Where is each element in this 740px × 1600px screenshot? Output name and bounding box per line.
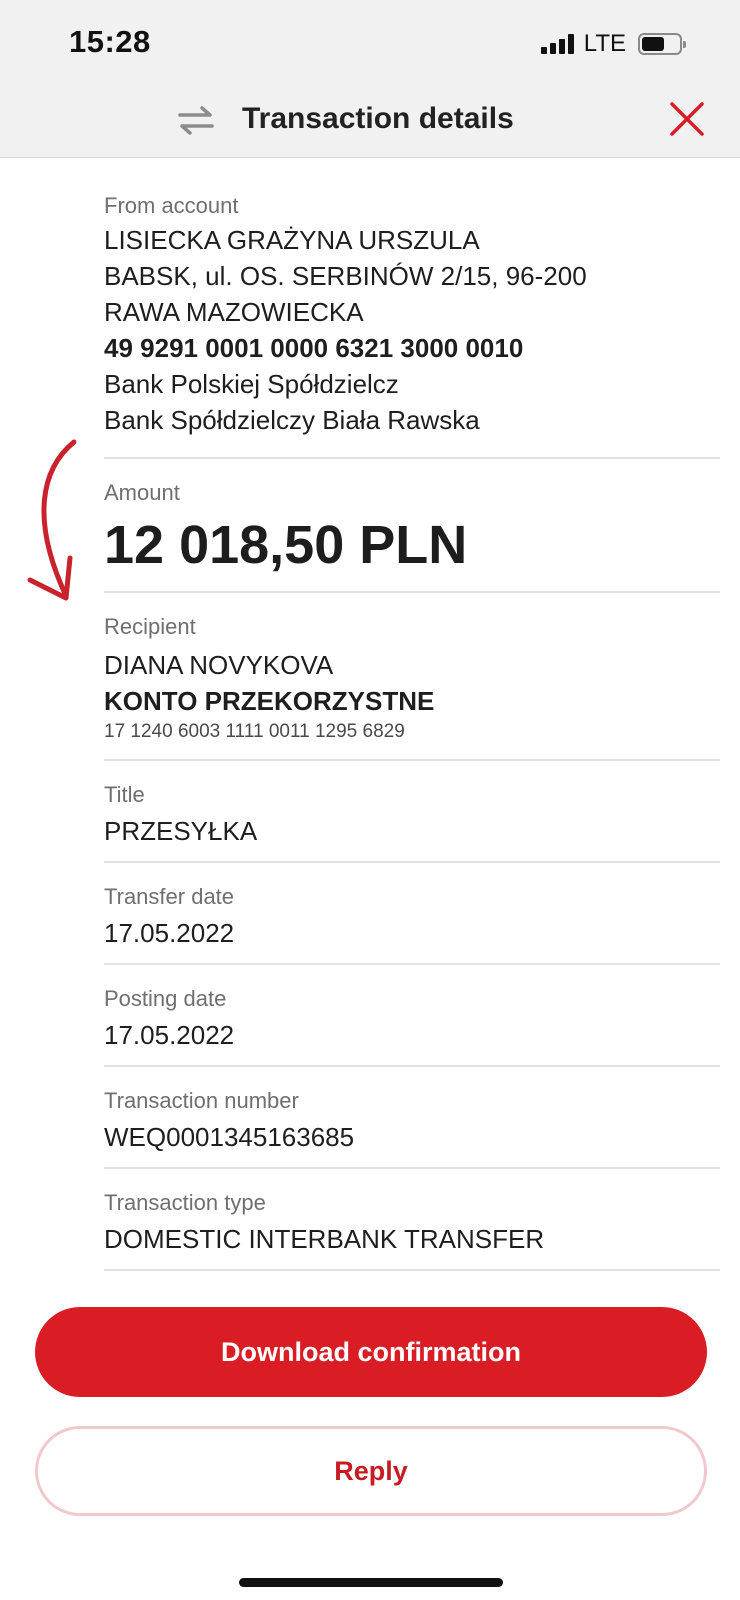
status-indicators: LTE	[540, 30, 686, 58]
recipient-section: Recipient DIANA NOVYKOVA KONTO PRZEKORZY…	[104, 593, 720, 761]
transaction-number-label: Transaction number	[104, 1088, 299, 1113]
sender-bank-line1: Bank Polskiej Spółdzielcz	[104, 369, 399, 399]
amount-section: Amount 12 018,50 PLN	[104, 459, 720, 593]
reply-button[interactable]: Reply	[35, 1426, 707, 1516]
recipient-name: DIANA NOVYKOVA	[104, 650, 334, 680]
signal-icon	[540, 34, 574, 54]
recipient-account-name: KONTO PRZEKORZYSTNE	[104, 686, 435, 716]
sender-bank-line2: Bank Spółdzielczy Biała Rawska	[104, 405, 480, 435]
home-indicator[interactable]	[239, 1578, 503, 1587]
transaction-details: From account LISIECKA GRAŻYNA URSZULA BA…	[104, 158, 720, 1271]
recipient-label: Recipient	[104, 614, 196, 639]
transaction-number-value: WEQ0001345163685	[104, 1122, 355, 1152]
transfer-date-section: Transfer date 17.05.2022	[104, 863, 720, 965]
battery-icon	[638, 33, 686, 55]
from-account-section: From account LISIECKA GRAŻYNA URSZULA BA…	[104, 158, 720, 459]
recipient-account-number: 17 1240 6003 1111 0011 1295 6829	[104, 721, 405, 742]
title-label: Title	[104, 782, 145, 807]
amount-label: Amount	[104, 480, 180, 505]
network-type: LTE	[583, 30, 626, 57]
sender-address-line1: BABSK, ul. OS. SERBINÓW 2/15, 96-200	[104, 261, 587, 291]
sender-address-line2: RAWA MAZOWIECKA	[104, 297, 364, 327]
amount-value: 12 018,50 PLN	[104, 515, 468, 575]
title-value: PRZESYŁKA	[104, 816, 258, 846]
posting-date-label: Posting date	[104, 986, 227, 1011]
red-arrow-annotation	[27, 439, 77, 601]
transfer-date-label: Transfer date	[104, 884, 235, 909]
swap-arrows-icon[interactable]	[176, 102, 216, 138]
transfer-date-value: 17.05.2022	[104, 918, 235, 948]
posting-date-value: 17.05.2022	[104, 1020, 235, 1050]
transaction-type-value: DOMESTIC INTERBANK TRANSFER	[104, 1224, 545, 1254]
title-section: Title PRZESYŁKA	[104, 761, 720, 863]
transaction-number-section: Transaction number WEQ0001345163685	[104, 1067, 720, 1169]
top-bar: 15:28 LTE Transaction details	[0, 0, 740, 158]
download-confirmation-button[interactable]: Download confirmation	[35, 1307, 707, 1397]
transaction-type-label: Transaction type	[104, 1190, 266, 1215]
status-time: 15:28	[69, 24, 151, 59]
posting-date-section: Posting date 17.05.2022	[104, 965, 720, 1067]
page-title: Transaction details	[242, 102, 514, 135]
close-icon[interactable]	[668, 100, 706, 138]
sender-name: LISIECKA GRAŻYNA URSZULA	[104, 225, 480, 255]
transaction-type-section: Transaction type DOMESTIC INTERBANK TRAN…	[104, 1169, 720, 1271]
sender-account-number: 49 9291 0001 0000 6321 3000 0010	[104, 333, 524, 363]
from-account-label: From account	[104, 193, 239, 218]
